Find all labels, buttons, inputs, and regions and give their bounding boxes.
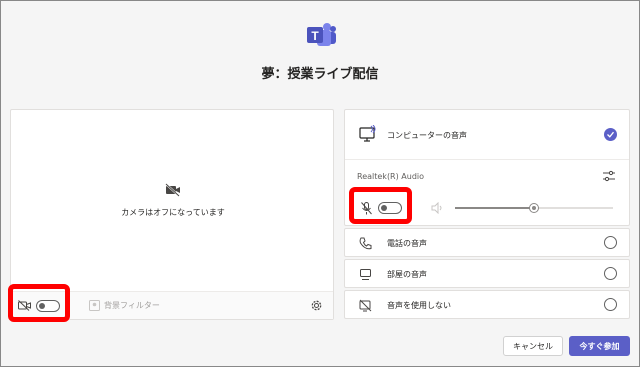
selected-check-icon[interactable] bbox=[604, 128, 617, 141]
speaker-icon bbox=[431, 202, 442, 214]
room-audio-radio[interactable] bbox=[604, 267, 617, 280]
no-audio-label: 音声を使用しない bbox=[387, 301, 451, 310]
audio-device-name: Realtek(R) Audio bbox=[357, 172, 425, 181]
camera-off-text: カメラはオフになっています bbox=[121, 208, 225, 217]
no-audio-option[interactable]: 音声を使用しない bbox=[344, 290, 630, 319]
volume-thumb[interactable] bbox=[529, 203, 539, 213]
camera-toggle-highlight bbox=[8, 284, 70, 322]
cancel-button[interactable]: キャンセル bbox=[503, 336, 563, 356]
room-device-icon bbox=[360, 269, 371, 280]
phone-icon bbox=[359, 237, 372, 250]
room-audio-option[interactable]: 部屋の音声 bbox=[344, 259, 630, 288]
no-audio-radio[interactable] bbox=[604, 298, 617, 311]
svg-text:T: T bbox=[311, 29, 319, 43]
join-now-button[interactable]: 今すぐ参加 bbox=[569, 336, 630, 356]
background-effects-icon bbox=[89, 300, 100, 311]
background-filter-button[interactable]: 背景フィルター bbox=[104, 300, 160, 311]
audio-settings-icon[interactable] bbox=[603, 170, 615, 182]
computer-audio-label: コンピューターの音声 bbox=[387, 131, 467, 140]
computer-audio-icon bbox=[359, 125, 376, 142]
teams-logo-icon: T bbox=[307, 23, 336, 46]
camera-off-icon bbox=[165, 183, 180, 197]
phone-audio-radio[interactable] bbox=[604, 236, 617, 249]
camera-off-indicator: カメラはオフになっています bbox=[11, 182, 335, 218]
room-audio-label: 部屋の音声 bbox=[387, 270, 427, 279]
device-settings-gear-icon[interactable] bbox=[310, 299, 323, 312]
no-audio-icon bbox=[359, 299, 372, 312]
speaker-volume-slider[interactable] bbox=[455, 203, 613, 213]
phone-audio-label: 電話の音声 bbox=[387, 239, 427, 248]
phone-audio-option[interactable]: 電話の音声 bbox=[344, 228, 630, 257]
computer-audio-header[interactable]: コンピューターの音声 bbox=[345, 110, 629, 160]
volume-fill bbox=[455, 207, 534, 209]
meeting-title: 夢：授業ライブ配信 bbox=[261, 67, 379, 82]
microphone-toggle-highlight bbox=[349, 187, 412, 224]
